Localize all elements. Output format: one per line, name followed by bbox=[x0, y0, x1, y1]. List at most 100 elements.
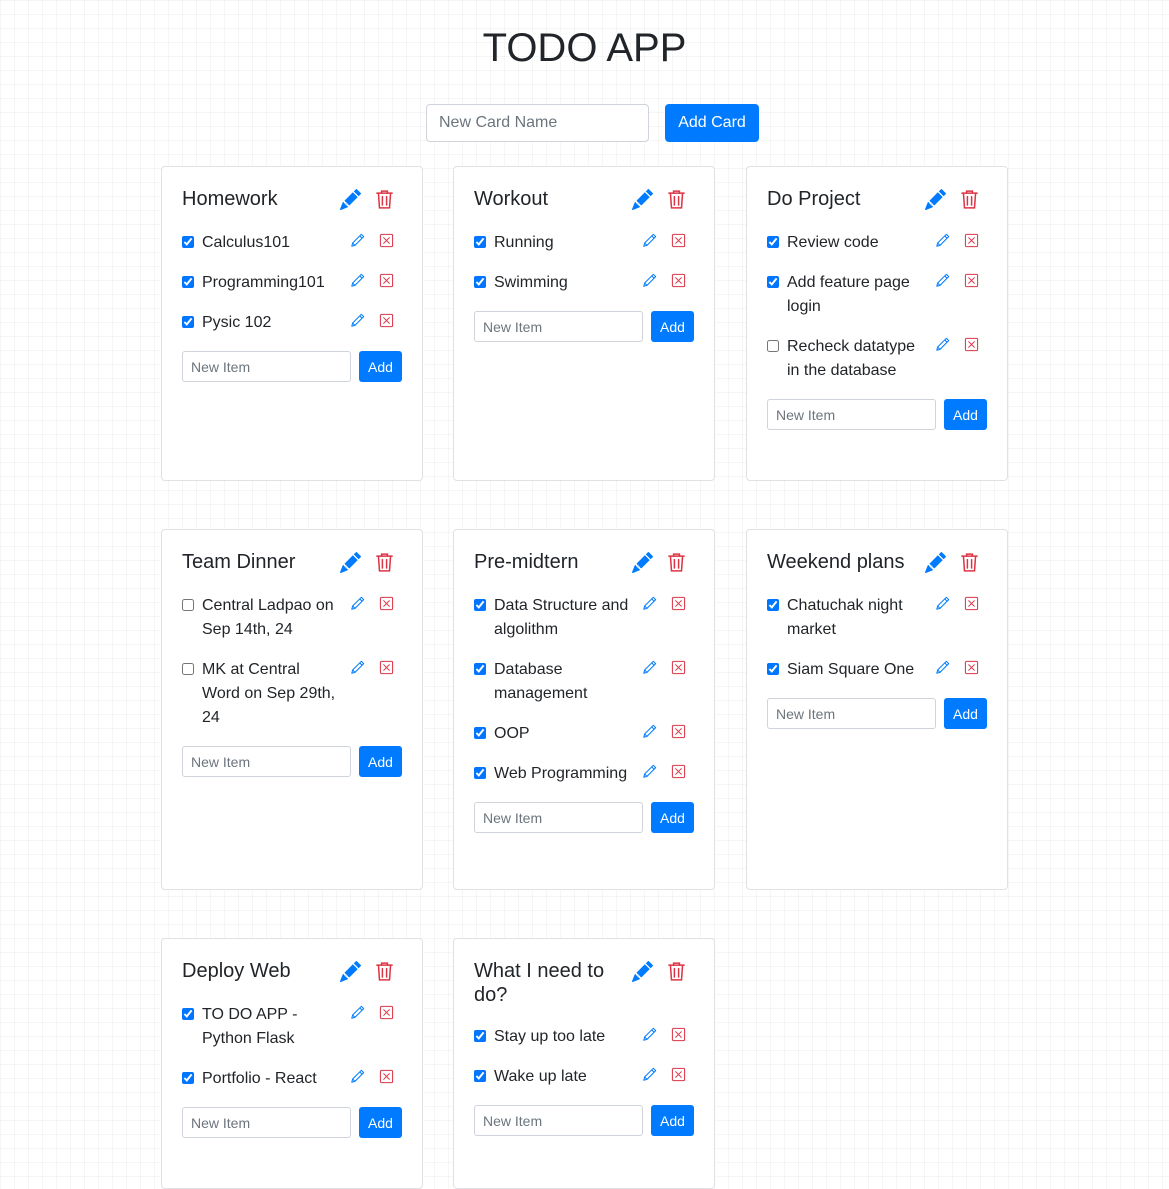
delete-item-button[interactable] bbox=[379, 273, 394, 291]
item-actions bbox=[350, 658, 402, 678]
item-checkbox[interactable] bbox=[474, 236, 486, 248]
new-item-input[interactable] bbox=[767, 399, 936, 430]
delete-item-button[interactable] bbox=[379, 596, 394, 614]
new-item-input[interactable] bbox=[182, 1107, 351, 1138]
delete-item-button[interactable] bbox=[671, 596, 686, 614]
new-item-input[interactable] bbox=[474, 802, 643, 833]
edit-item-button[interactable] bbox=[350, 1069, 365, 1087]
delete-card-button[interactable] bbox=[960, 189, 979, 213]
item-actions bbox=[642, 271, 694, 291]
new-item-input[interactable] bbox=[182, 351, 351, 382]
add-item-button[interactable]: Add bbox=[359, 1107, 402, 1138]
edit-card-button[interactable] bbox=[632, 188, 654, 213]
edit-card-button[interactable] bbox=[632, 551, 654, 576]
edit-item-button[interactable] bbox=[642, 273, 657, 291]
new-item-input[interactable] bbox=[474, 1105, 643, 1136]
item-label: Stay up too late bbox=[494, 1028, 606, 1045]
edit-item-button[interactable] bbox=[935, 660, 950, 678]
item-checkbox[interactable] bbox=[474, 276, 486, 288]
delete-item-button[interactable] bbox=[379, 1069, 394, 1087]
edit-item-button[interactable] bbox=[642, 764, 657, 782]
add-item-button[interactable]: Add bbox=[651, 1105, 694, 1136]
edit-item-button[interactable] bbox=[935, 273, 950, 291]
edit-item-button[interactable] bbox=[642, 1027, 657, 1045]
add-item-button[interactable]: Add bbox=[944, 698, 987, 729]
edit-item-button[interactable] bbox=[935, 233, 950, 251]
delete-item-button[interactable] bbox=[671, 273, 686, 291]
item-checkbox[interactable] bbox=[182, 1072, 194, 1084]
edit-item-button[interactable] bbox=[642, 596, 657, 614]
new-item-input[interactable] bbox=[474, 311, 643, 342]
delete-item-button[interactable] bbox=[964, 596, 979, 614]
pencil-icon bbox=[632, 551, 654, 576]
edit-card-button[interactable] bbox=[925, 551, 947, 576]
item-checkbox[interactable] bbox=[767, 236, 779, 248]
item-checkbox[interactable] bbox=[767, 663, 779, 675]
item-checkbox[interactable] bbox=[474, 1070, 486, 1082]
item-checkbox[interactable] bbox=[474, 1030, 486, 1042]
edit-item-button[interactable] bbox=[350, 313, 365, 331]
new-item-input[interactable] bbox=[182, 746, 351, 777]
edit-card-button[interactable] bbox=[925, 188, 947, 213]
delete-item-button[interactable] bbox=[671, 764, 686, 782]
delete-item-button[interactable] bbox=[964, 273, 979, 291]
item-checkbox[interactable] bbox=[767, 276, 779, 288]
edit-item-button[interactable] bbox=[350, 1005, 365, 1023]
item-checkbox[interactable] bbox=[474, 767, 486, 779]
delete-item-button[interactable] bbox=[379, 233, 394, 251]
edit-item-button[interactable] bbox=[350, 233, 365, 251]
item-actions bbox=[642, 762, 694, 782]
item-checkbox[interactable] bbox=[474, 599, 486, 611]
edit-item-button[interactable] bbox=[642, 233, 657, 251]
delete-item-button[interactable] bbox=[964, 660, 979, 678]
edit-item-button[interactable] bbox=[350, 596, 365, 614]
new-item-input[interactable] bbox=[767, 698, 936, 729]
edit-item-button[interactable] bbox=[642, 1067, 657, 1085]
delete-item-button[interactable] bbox=[964, 233, 979, 251]
delete-item-button[interactable] bbox=[671, 1067, 686, 1085]
delete-card-button[interactable] bbox=[667, 189, 686, 213]
delete-card-button[interactable] bbox=[375, 552, 394, 576]
edit-card-button[interactable] bbox=[340, 960, 362, 985]
add-item-button[interactable]: Add bbox=[651, 311, 694, 342]
add-item-button[interactable]: Add bbox=[359, 746, 402, 777]
item-checkbox[interactable] bbox=[767, 599, 779, 611]
delete-card-button[interactable] bbox=[960, 552, 979, 576]
delete-item-button[interactable] bbox=[671, 1027, 686, 1045]
delete-item-button[interactable] bbox=[379, 313, 394, 331]
item-checkbox[interactable] bbox=[474, 663, 486, 675]
delete-item-button[interactable] bbox=[671, 724, 686, 742]
add-item-button[interactable]: Add bbox=[944, 399, 987, 430]
edit-item-button[interactable] bbox=[642, 660, 657, 678]
edit-item-button[interactable] bbox=[935, 337, 950, 355]
delete-item-button[interactable] bbox=[671, 233, 686, 251]
item-checkbox[interactable] bbox=[182, 316, 194, 328]
item-checkbox[interactable] bbox=[182, 663, 194, 675]
item-checkbox[interactable] bbox=[767, 340, 779, 352]
edit-card-button[interactable] bbox=[632, 960, 654, 985]
delete-card-button[interactable] bbox=[667, 961, 686, 985]
pencil-icon bbox=[925, 551, 947, 576]
edit-item-button[interactable] bbox=[350, 660, 365, 678]
edit-item-button[interactable] bbox=[935, 596, 950, 614]
edit-card-button[interactable] bbox=[340, 188, 362, 213]
delete-item-button[interactable] bbox=[964, 337, 979, 355]
edit-item-button[interactable] bbox=[350, 273, 365, 291]
delete-item-button[interactable] bbox=[379, 1005, 394, 1023]
item-checkbox[interactable] bbox=[182, 276, 194, 288]
edit-card-button[interactable] bbox=[340, 551, 362, 576]
add-item-button[interactable]: Add bbox=[651, 802, 694, 833]
card-title: Deploy Web bbox=[182, 960, 291, 982]
delete-item-button[interactable] bbox=[379, 660, 394, 678]
delete-card-button[interactable] bbox=[375, 189, 394, 213]
item-checkbox[interactable] bbox=[474, 727, 486, 739]
item-checkbox[interactable] bbox=[182, 236, 194, 248]
delete-item-button[interactable] bbox=[671, 660, 686, 678]
edit-item-button[interactable] bbox=[642, 724, 657, 742]
delete-card-button[interactable] bbox=[667, 552, 686, 576]
item-checkbox[interactable] bbox=[182, 1008, 194, 1020]
card-header: Weekend plans bbox=[767, 550, 987, 576]
add-item-button[interactable]: Add bbox=[359, 351, 402, 382]
item-checkbox[interactable] bbox=[182, 599, 194, 611]
delete-card-button[interactable] bbox=[375, 961, 394, 985]
